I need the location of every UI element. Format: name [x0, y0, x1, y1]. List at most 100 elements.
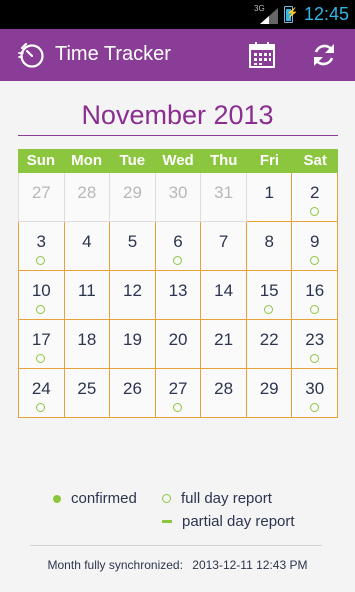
calendar-day[interactable]: 6 [155, 222, 202, 271]
sync-button[interactable] [306, 37, 342, 73]
calendar-weeks: 27 28 29 30 31 1 2 3 4 5 6 7 8 9 10 11 12 13 14 15 16 17 18 19 2… [18, 173, 339, 418]
sync-status: Month fully synchronized: 2013-12-11 12:… [0, 558, 355, 572]
calendar-day[interactable]: 30 [292, 369, 339, 418]
calendar-day[interactable]: 18 [64, 320, 111, 369]
sync-status-label: Month fully synchronized: [47, 558, 183, 572]
calendar-day[interactable]: 14 [201, 271, 247, 320]
calendar-day[interactable]: 26 [110, 369, 156, 418]
day-number: 29 [259, 379, 279, 398]
full-day-report-icon [309, 305, 319, 314]
calendar-week: 10 11 12 13 14 15 16 [18, 271, 339, 320]
day-number: 30 [168, 183, 188, 202]
calendar-day[interactable]: 29 [246, 369, 293, 418]
calendar-week: 24 25 26 27 28 29 30 [18, 369, 339, 418]
legend-partial-day: partial day report [162, 513, 295, 530]
sync-icon [314, 44, 334, 66]
calendar-day[interactable]: 31 [201, 173, 247, 222]
app-title: Time Tracker [55, 43, 171, 65]
full-day-report-icon [36, 403, 46, 412]
day-number: 29 [122, 183, 142, 202]
weekday-label: Tue [119, 152, 146, 169]
full-day-report-icon [36, 354, 46, 363]
full-day-report-icon [309, 207, 319, 216]
calendar-day[interactable]: 13 [155, 271, 202, 320]
calendar-day[interactable]: 20 [155, 320, 202, 369]
calendar-day[interactable]: 30 [155, 173, 202, 222]
day-number: 5 [127, 232, 138, 251]
calendar-day[interactable]: 9 [292, 222, 339, 271]
calendar-day[interactable]: 11 [64, 271, 111, 320]
weekday-header: Sun Mon Tue Wed Thu Fri Sat [18, 149, 338, 173]
day-number: 7 [218, 232, 229, 251]
calendar-day[interactable]: 4 [64, 222, 111, 271]
full-day-report-icon [173, 256, 183, 265]
calendar-day[interactable]: 12 [110, 271, 156, 320]
calendar-icon [249, 42, 275, 68]
weekday-label: Sun [26, 152, 56, 169]
day-number: 15 [259, 281, 279, 300]
day-number: 24 [31, 379, 51, 398]
divider [18, 135, 338, 136]
day-number: 30 [305, 379, 325, 398]
signal-icon [260, 8, 278, 24]
legend-confirmed-label: confirmed [71, 490, 137, 507]
calendar-week: 3 4 5 6 7 8 9 [18, 222, 339, 271]
calendar-day[interactable]: 3 [18, 222, 65, 271]
day-number: 19 [122, 330, 142, 349]
day-number: 1 [264, 183, 274, 202]
day-number: 26 [122, 379, 142, 398]
calendar-day[interactable]: 17 [18, 320, 65, 369]
sync-status-time: 2013-12-11 12:43 PM [192, 558, 308, 572]
calendar-day[interactable]: 22 [246, 320, 293, 369]
day-number: 31 [214, 183, 234, 202]
day-number: 23 [305, 330, 325, 349]
full-day-report-icon [309, 403, 319, 412]
month-title: November 2013 [81, 100, 274, 130]
weekday-label: Thu [209, 152, 238, 169]
legend-full-label: full day report [181, 490, 272, 507]
calendar-day[interactable]: 21 [201, 320, 247, 369]
full-day-report-icon [309, 256, 319, 265]
day-number: 14 [214, 281, 234, 300]
calendar-week: 17 18 19 20 21 22 23 [18, 320, 339, 369]
day-number: 16 [305, 281, 325, 300]
day-number: 28 [214, 379, 234, 398]
calendar-day[interactable]: 23 [292, 320, 339, 369]
weekday-label: Wed [162, 152, 194, 169]
day-number: 20 [168, 330, 188, 349]
calendar-day[interactable]: 15 [246, 271, 293, 320]
calendar-day[interactable]: 2 [292, 173, 339, 222]
calendar-day[interactable]: 5 [110, 222, 156, 271]
day-number: 8 [264, 232, 274, 251]
full-day-report-icon [173, 403, 183, 412]
calendar-day[interactable]: 8 [246, 222, 293, 271]
battery-icon: ⚡ [284, 6, 298, 23]
day-number: 6 [173, 232, 183, 251]
calendar-day[interactable]: 19 [110, 320, 156, 369]
calendar-day[interactable]: 24 [18, 369, 65, 418]
day-number: 28 [77, 183, 97, 202]
calendar-day[interactable]: 27 [155, 369, 202, 418]
stopwatch-icon [18, 42, 44, 68]
weekday-label: Fri [259, 152, 280, 169]
day-number: 21 [214, 330, 234, 349]
day-number: 22 [259, 330, 279, 349]
calendar-day[interactable]: 16 [292, 271, 339, 320]
calendar-day[interactable]: 7 [201, 222, 247, 271]
clock: 12:45 [303, 4, 349, 24]
calendar-day[interactable]: 29 [110, 173, 156, 222]
calendar-day[interactable]: 1 [246, 173, 293, 222]
calendar-day[interactable]: 28 [64, 173, 111, 222]
calendar-day[interactable]: 10 [18, 271, 65, 320]
calendar-day[interactable]: 25 [64, 369, 111, 418]
calendar-day[interactable]: 28 [201, 369, 247, 418]
partial-day-dash-icon [162, 520, 172, 523]
day-number: 13 [168, 281, 188, 300]
day-number: 9 [310, 232, 320, 251]
calendar-button[interactable] [244, 37, 280, 73]
day-number: 25 [77, 379, 97, 398]
calendar-day[interactable]: 27 [18, 173, 65, 222]
confirmed-dot-icon [53, 494, 61, 503]
legend-full-day: full day report [162, 490, 272, 507]
calendar-grid: Sun Mon Tue Wed Thu Fri Sat 27 28 29 30 31 1 2… [18, 149, 339, 418]
